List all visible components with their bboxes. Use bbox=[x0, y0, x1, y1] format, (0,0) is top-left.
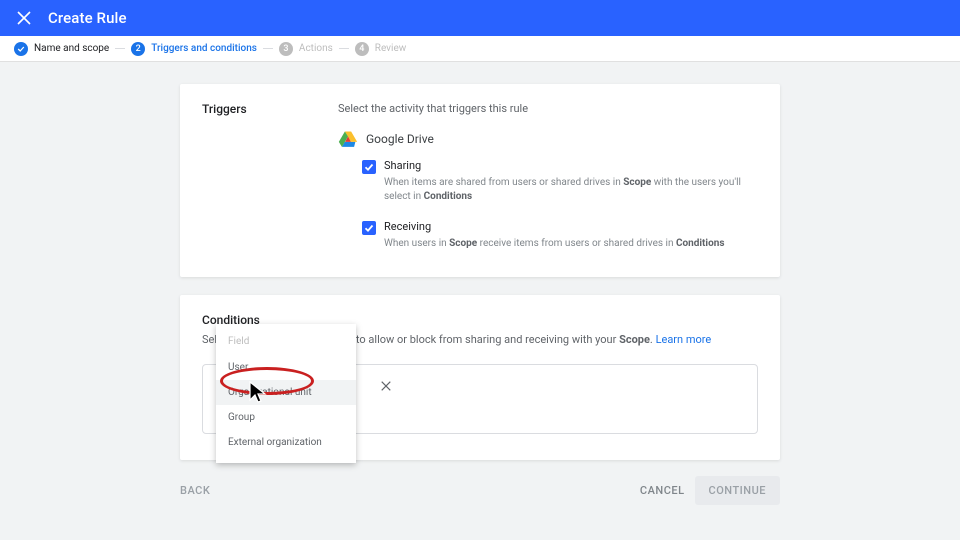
step-name-and-scope[interactable]: Name and scope bbox=[14, 42, 109, 56]
sharing-title: Sharing bbox=[384, 159, 758, 172]
cancel-button[interactable]: CANCEL bbox=[640, 484, 685, 497]
step-triggers-and-conditions[interactable]: 2 Triggers and conditions bbox=[131, 42, 257, 56]
receiving-desc: When users in Scope receive items from u… bbox=[384, 237, 724, 251]
step-label: Actions bbox=[299, 43, 333, 54]
back-button[interactable]: BACK bbox=[180, 484, 210, 497]
step-review[interactable]: 4 Review bbox=[355, 42, 407, 56]
main-content: Triggers Select the activity that trigge… bbox=[0, 62, 960, 505]
app-header: Create Rule bbox=[0, 0, 960, 36]
sharing-desc: When items are shared from users or shar… bbox=[384, 176, 758, 204]
step-label: Review bbox=[375, 43, 407, 54]
wizard-footer: BACK CANCEL CONTINUE bbox=[180, 476, 780, 505]
dropdown-header: Field bbox=[216, 330, 356, 355]
step-label: Triggers and conditions bbox=[151, 43, 257, 54]
drive-name: Google Drive bbox=[366, 132, 434, 146]
step-separator bbox=[339, 48, 349, 49]
field-dropdown[interactable]: Field User Organizational unit Group Ext… bbox=[216, 324, 356, 463]
check-icon bbox=[17, 45, 25, 53]
sharing-checkbox[interactable] bbox=[362, 160, 376, 174]
receiving-checkbox-row: Receiving When users in Scope receive it… bbox=[362, 220, 758, 251]
clear-condition-button[interactable] bbox=[381, 381, 391, 391]
step-actions[interactable]: 3 Actions bbox=[279, 42, 333, 56]
check-icon bbox=[364, 162, 374, 172]
dropdown-item-organizational-unit[interactable]: Organizational unit bbox=[216, 380, 356, 405]
receiving-title: Receiving bbox=[384, 220, 724, 233]
close-icon bbox=[17, 11, 31, 25]
close-button[interactable] bbox=[12, 6, 36, 30]
step-separator bbox=[115, 48, 125, 49]
triggers-label: Triggers bbox=[202, 102, 338, 251]
google-drive-icon bbox=[338, 129, 358, 149]
receiving-checkbox[interactable] bbox=[362, 221, 376, 235]
triggers-card: Triggers Select the activity that trigge… bbox=[180, 84, 780, 277]
continue-button[interactable]: CONTINUE bbox=[695, 476, 780, 505]
step-separator bbox=[263, 48, 273, 49]
learn-more-link[interactable]: Learn more bbox=[656, 333, 712, 346]
dropdown-item-user[interactable]: User bbox=[216, 355, 356, 380]
sharing-checkbox-row: Sharing When items are shared from users… bbox=[362, 159, 758, 204]
dropdown-item-external-organization[interactable]: External organization bbox=[216, 430, 356, 455]
close-icon bbox=[381, 381, 391, 391]
header-title: Create Rule bbox=[48, 9, 127, 27]
step-label: Name and scope bbox=[34, 43, 109, 54]
triggers-prompt: Select the activity that triggers this r… bbox=[338, 102, 758, 115]
dropdown-item-group[interactable]: Group bbox=[216, 405, 356, 430]
check-icon bbox=[364, 223, 374, 233]
stepper: Name and scope 2 Triggers and conditions… bbox=[0, 36, 960, 62]
